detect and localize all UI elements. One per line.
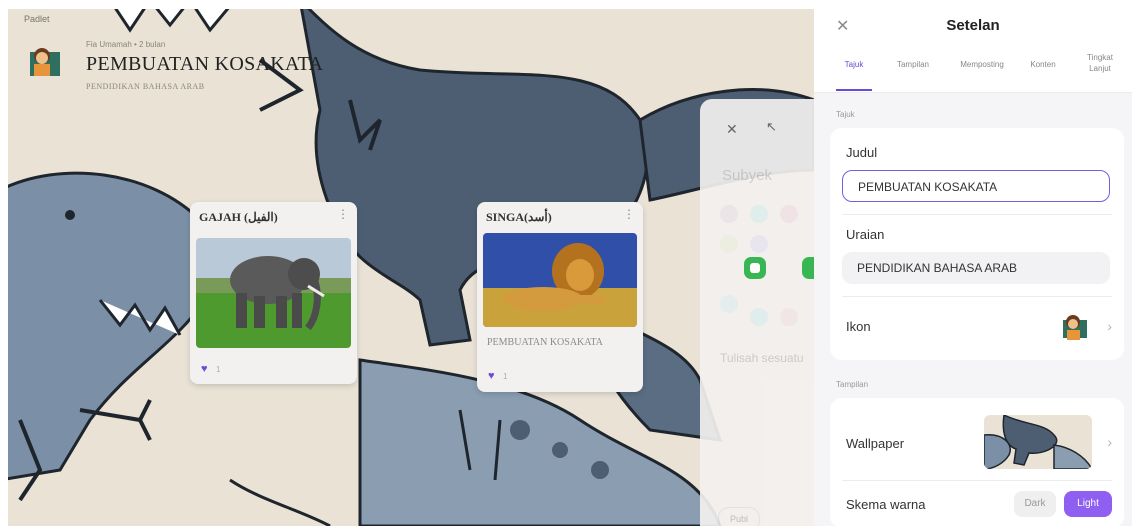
tab-tingkat-lanjut[interactable]: Tingkat Lanjut <box>1082 52 1118 74</box>
tajuk-group: Judul PEMBUATAN KOSAKATA Uraian PENDIDIK… <box>830 128 1124 360</box>
tab-konten[interactable]: Konten <box>1021 60 1065 69</box>
color-scheme-label: Skema warna <box>846 497 926 512</box>
ikon-label: Ikon <box>846 319 871 334</box>
section-header-tampilan: Tampilan <box>836 380 869 389</box>
judul-label: Judul <box>846 145 878 160</box>
divider <box>842 480 1112 481</box>
padlet-brand[interactable]: Padlet <box>24 14 50 24</box>
scheme-dark-option[interactable]: Dark <box>1014 491 1056 517</box>
publish-button[interactable]: Publ <box>718 507 760 526</box>
body-placeholder[interactable]: Tulisah sesuatu <box>720 351 804 365</box>
scheme-light-option[interactable]: Light <box>1064 491 1112 517</box>
post-card-gajah[interactable]: GAJAH (الفيل) ⋮ ♥ 1 <box>190 202 357 384</box>
tab-memposting[interactable]: Memposting <box>946 60 1018 69</box>
chevron-right-icon[interactable]: › <box>1107 434 1112 450</box>
board-breadcrumb: Fia Umamah • 2 bulan <box>86 40 166 49</box>
post-card-singa[interactable]: SINGA(أسد) ⋮ PEMBUATAN KOSAKATA ♥ 1 <box>477 202 643 392</box>
tab-tampilan[interactable]: Tampilan <box>888 60 938 69</box>
board-avatar-icon[interactable] <box>24 40 64 80</box>
divider <box>842 296 1112 297</box>
kebab-menu-icon[interactable]: ⋮ <box>337 208 349 220</box>
board-subtitle: PENDIDIKAN BAHASA ARAB <box>86 82 205 91</box>
like-heart-icon[interactable]: ♥ <box>488 370 495 382</box>
tampilan-group: Wallpaper › Skema warna Dark Light <box>830 398 1124 528</box>
like-count: 1 <box>503 372 508 381</box>
kebab-menu-icon[interactable]: ⋮ <box>623 208 635 220</box>
post-description: PEMBUATAN KOSAKATA <box>487 337 603 348</box>
chevron-right-icon[interactable]: › <box>1107 318 1112 334</box>
section-header-tajuk: Tajuk <box>836 110 855 119</box>
active-tab-indicator <box>836 89 872 91</box>
attachment-options[interactable] <box>714 199 814 339</box>
settings-title: Setelan <box>946 17 1000 34</box>
board-header: Fia Umamah • 2 bulan PEMBUATAN KOSAKATA … <box>24 40 323 91</box>
uraian-input[interactable]: PENDIDIKAN BAHASA ARAB <box>842 252 1110 284</box>
like-heart-icon[interactable]: ♥ <box>201 363 208 375</box>
board-canvas[interactable]: Padlet Fia Umamah • 2 bulan PEMBUATAN KO… <box>0 0 814 526</box>
settings-tabs: Tajuk Tampilan Memposting Konten Tingkat… <box>814 48 1132 92</box>
board-title: PEMBUATAN KOSAKATA <box>86 53 324 75</box>
close-icon[interactable]: ✕ <box>726 121 738 138</box>
like-count: 1 <box>216 365 221 374</box>
post-title: SINGA(أسد) <box>486 210 552 224</box>
ikon-avatar-icon[interactable] <box>1060 312 1090 340</box>
divider <box>842 214 1112 215</box>
post-composer-panel: ✕ ↖ Subyek Tulisah sesuatu Publ <box>700 99 814 526</box>
lion-image <box>483 233 637 327</box>
judul-input[interactable]: PEMBUATAN KOSAKATA <box>842 170 1110 202</box>
subject-placeholder[interactable]: Subyek <box>722 167 772 184</box>
settings-header: ✕ Setelan Tajuk Tampilan Memposting Kont… <box>814 0 1132 93</box>
expand-arrow-icon[interactable]: ↖ <box>766 119 777 135</box>
wallpaper-thumbnail[interactable] <box>984 415 1092 469</box>
uraian-label: Uraian <box>846 227 885 242</box>
settings-panel: ✕ Setelan Tajuk Tampilan Memposting Kont… <box>814 0 1132 528</box>
post-title: GAJAH (الفيل) <box>199 210 278 224</box>
tab-tajuk[interactable]: Tajuk <box>836 60 872 69</box>
wallpaper-label: Wallpaper <box>846 436 905 451</box>
elephant-image <box>196 238 351 348</box>
